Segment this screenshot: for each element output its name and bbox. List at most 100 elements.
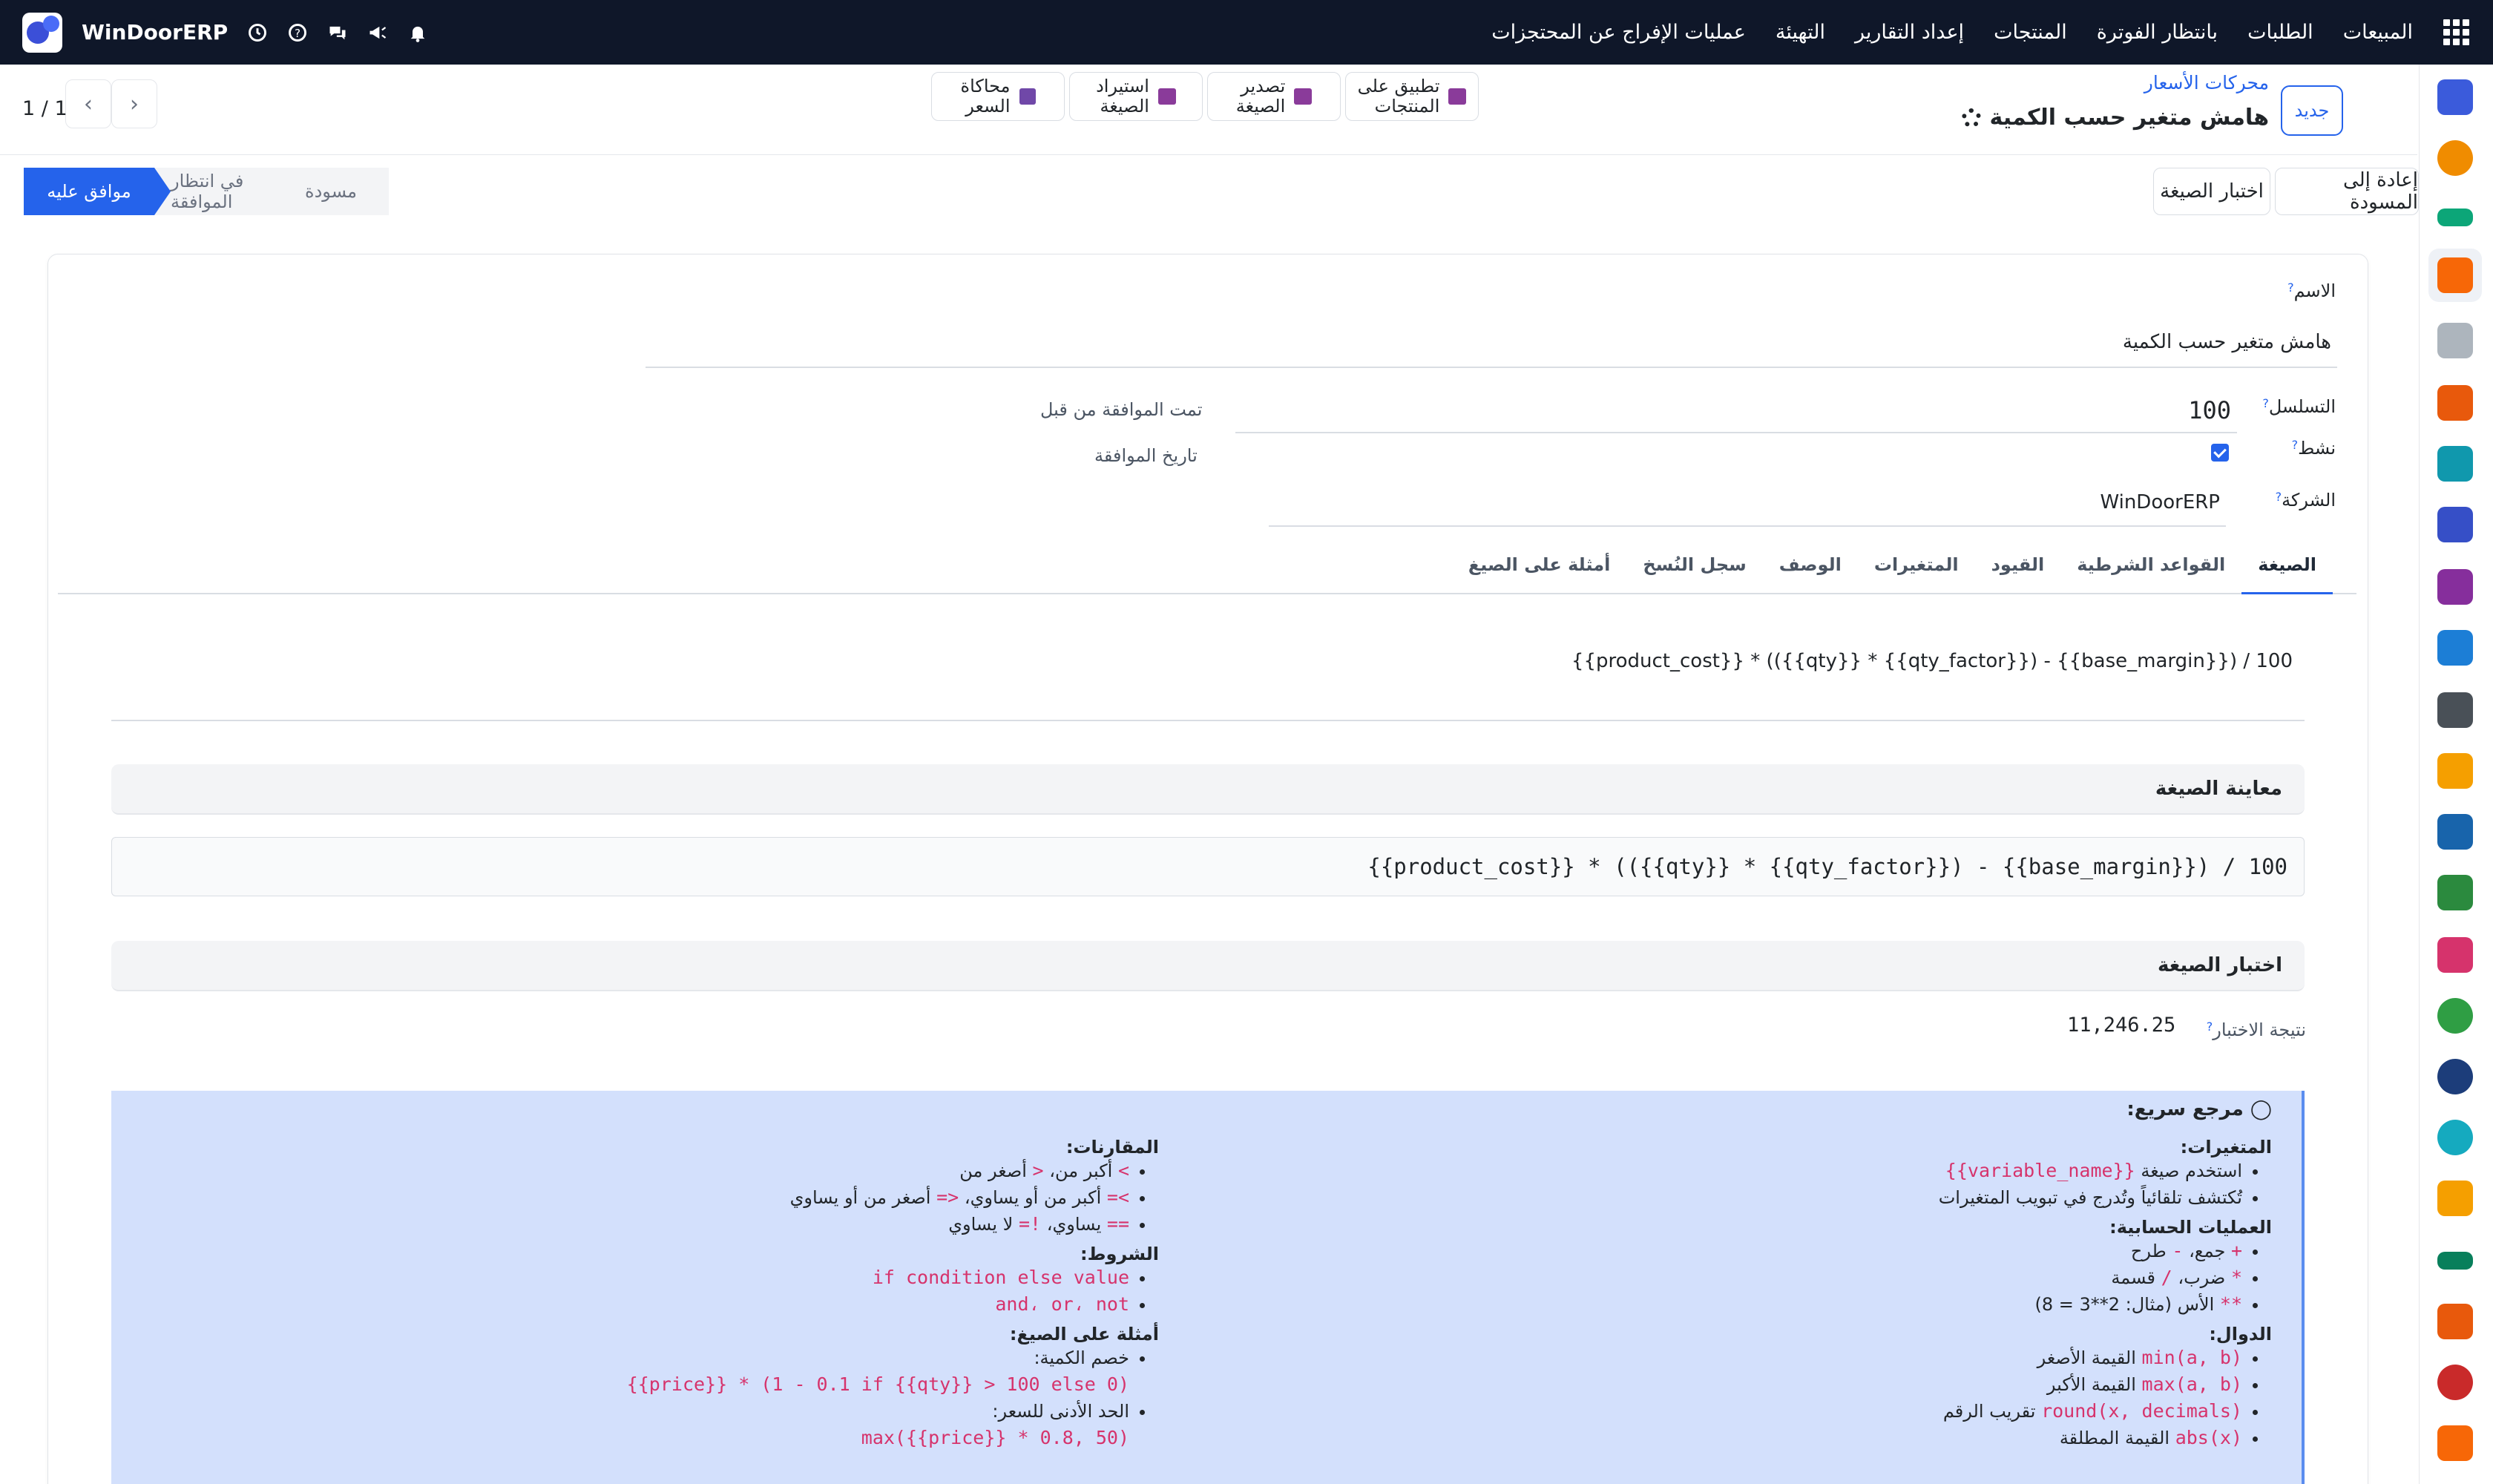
breadcrumb[interactable]: محركات الأسعار bbox=[2144, 72, 2269, 93]
gear-icon[interactable] bbox=[1961, 108, 1981, 128]
menu-item-orders[interactable]: الطلبات bbox=[2233, 21, 2328, 44]
stage-draft[interactable]: مسودة bbox=[273, 168, 389, 215]
stage-pending-approval[interactable]: في انتظار الموافقة bbox=[154, 168, 273, 215]
list-item: + جمع، - طرح bbox=[1233, 1238, 2242, 1264]
list-item: استخدم صيغة {{variable_name}} bbox=[1233, 1158, 2242, 1184]
menu-item-products[interactable]: المنتجات bbox=[1979, 21, 2082, 44]
list-item: min(a, b) القيمة الأصغر bbox=[1233, 1345, 2242, 1371]
app-tasks-icon[interactable] bbox=[2437, 446, 2473, 482]
active-checkbox[interactable] bbox=[2211, 444, 2229, 462]
app-accounting-icon[interactable] bbox=[2437, 1252, 2473, 1270]
pager-value[interactable]: 1 / 1 bbox=[22, 97, 68, 120]
menu-item-hold-releases[interactable]: عمليات الإفراج عن المحتجزات bbox=[1477, 21, 1761, 44]
var-item1-code: {{variable_name}} bbox=[1945, 1160, 2135, 1181]
formula-input[interactable]: {{product_cost}} * (({{qty}} * {{qty_fac… bbox=[111, 640, 2305, 721]
company-logo-icon[interactable] bbox=[22, 12, 62, 53]
megaphone-icon[interactable] bbox=[367, 22, 388, 43]
clock-icon[interactable] bbox=[247, 22, 268, 43]
company-switcher[interactable]: WinDoorERP bbox=[82, 20, 228, 45]
apply-to-products-button[interactable]: تطبيق على المنتجات bbox=[1345, 72, 1479, 121]
help-tooltip-icon[interactable]: ? bbox=[2287, 280, 2294, 295]
help-tooltip-icon[interactable]: ? bbox=[2207, 1020, 2213, 1034]
app-mail-icon[interactable] bbox=[2437, 79, 2473, 115]
action-buttons: محاكاة السعر استيراد الصيغة تصدير الصيغة تط… bbox=[931, 72, 1479, 121]
examples-title: أمثلة على الصيغ: bbox=[1009, 1324, 1159, 1345]
app-inventory-icon[interactable] bbox=[2437, 323, 2473, 358]
app-calendar-icon[interactable] bbox=[2437, 753, 2473, 789]
record-title-text: هامش متغير حسب الكمية bbox=[1989, 105, 2270, 131]
math-div-text: قسمة bbox=[2111, 1267, 2155, 1288]
list-item: تُكتشف تلقائياً وتُدرج في تبويب المتغيرا… bbox=[1233, 1184, 2242, 1211]
help-tooltip-icon[interactable]: ? bbox=[2262, 396, 2269, 410]
help-tooltip-icon[interactable]: ? bbox=[2292, 438, 2299, 452]
app-attendance-icon[interactable] bbox=[2437, 875, 2473, 910]
app-knowledge-icon[interactable] bbox=[2437, 507, 2473, 542]
app-sign-icon[interactable] bbox=[2437, 209, 2473, 226]
company-field[interactable]: WinDoorERP bbox=[1269, 479, 2226, 527]
reference-col-left: المقارنات: > أكبر من، < أصغر من >= أكبر … bbox=[120, 1131, 1159, 1451]
menu-item-reporting[interactable]: إعداد التقارير bbox=[1840, 21, 1979, 44]
bell-icon[interactable] bbox=[407, 22, 428, 43]
app-dashboard-icon[interactable] bbox=[2437, 257, 2473, 293]
app-notes-icon[interactable] bbox=[2437, 814, 2473, 850]
tab-constraints[interactable]: القيود bbox=[1975, 544, 2061, 594]
new-button[interactable]: جديد bbox=[2281, 85, 2343, 136]
tab-description[interactable]: الوصف bbox=[1763, 544, 1858, 594]
app-invoicing-icon[interactable] bbox=[2437, 630, 2473, 666]
cmp-code: != bbox=[1018, 1213, 1042, 1235]
chat-icon[interactable] bbox=[327, 22, 348, 43]
apps-menu-icon[interactable] bbox=[2443, 19, 2469, 46]
example-code: max({{price}} * 0.8, 50) bbox=[861, 1427, 1129, 1448]
app-time-off-icon[interactable] bbox=[2437, 1059, 2473, 1094]
math-div-code: / bbox=[2161, 1267, 2172, 1288]
help-tooltip-icon[interactable]: ? bbox=[2276, 490, 2282, 504]
app-reports-icon[interactable] bbox=[2437, 1365, 2473, 1400]
pager-next-button[interactable]: › bbox=[111, 79, 157, 128]
example-text: خصم الكمية: bbox=[1034, 1347, 1129, 1368]
math-sub-text: طرح bbox=[2130, 1241, 2167, 1261]
tab-variables[interactable]: المتغيرات bbox=[1858, 544, 1975, 594]
export-formula-button[interactable]: تصدير الصيغة bbox=[1207, 72, 1341, 121]
app-telegram-icon[interactable] bbox=[2437, 1181, 2473, 1216]
app-contacts-icon[interactable] bbox=[2437, 385, 2473, 421]
cmp-text: أصغر من bbox=[959, 1160, 1027, 1181]
menu-item-sales[interactable]: المبيعات bbox=[2328, 21, 2428, 44]
app-employees-icon[interactable] bbox=[2437, 692, 2473, 728]
app-apps-icon[interactable] bbox=[2437, 937, 2473, 973]
math-add-code: + bbox=[2230, 1240, 2242, 1261]
tab-formula[interactable]: الصيغة bbox=[2241, 544, 2333, 594]
cmp-code: < bbox=[1032, 1160, 1044, 1181]
simulate-price-button[interactable]: محاكاة السعر bbox=[931, 72, 1065, 121]
cmp-text: أصغر من أو يساوي bbox=[789, 1187, 931, 1208]
stage-approved[interactable]: موافق عليه bbox=[24, 168, 171, 215]
app-manufacturing-icon[interactable] bbox=[2437, 1304, 2473, 1339]
variables-title: المتغيرات: bbox=[2180, 1137, 2272, 1158]
menu-item-to-invoice[interactable]: بانتظار الفوترة bbox=[2082, 21, 2233, 44]
app-website-icon[interactable] bbox=[2437, 1120, 2473, 1155]
name-field[interactable]: هامش متغير حسب الكمية bbox=[646, 318, 2337, 368]
app-products-icon[interactable] bbox=[2437, 569, 2473, 605]
import-formula-button[interactable]: استيراد الصيغة bbox=[1069, 72, 1203, 121]
tab-version-history[interactable]: سجل النُسخ bbox=[1626, 544, 1762, 594]
function-code: abs(x) bbox=[2175, 1427, 2242, 1448]
cond-code: and، or، not bbox=[995, 1293, 1129, 1315]
list-item: >= أكبر من أو يساوي، <= أصغر من أو يساوي bbox=[120, 1184, 1129, 1211]
app-discuss-icon[interactable] bbox=[2437, 140, 2473, 176]
test-formula-button[interactable]: اختبار الصيغة bbox=[2153, 168, 2270, 215]
tab-conditional-rules[interactable]: القواعد الشرطية bbox=[2060, 544, 2241, 594]
cmp-code: > bbox=[1117, 1160, 1129, 1181]
chevron-right-icon: › bbox=[130, 91, 139, 117]
download-icon bbox=[1294, 88, 1313, 105]
sequence-field[interactable]: 100 bbox=[1235, 389, 2237, 433]
help-icon[interactable]: ? bbox=[287, 22, 308, 43]
reset-to-draft-button[interactable]: إعادة إلى المسودة bbox=[2275, 168, 2419, 215]
app-settings-icon[interactable] bbox=[2437, 1425, 2473, 1461]
functions-list: min(a, b) القيمة الأصغر max(a, b) القيمة… bbox=[1233, 1345, 2272, 1451]
pager-prev-button[interactable]: ‹ bbox=[65, 79, 111, 128]
menu-item-configuration[interactable]: التهيئة bbox=[1761, 21, 1840, 44]
list-item: and، or، not bbox=[120, 1291, 1129, 1318]
app-whatsapp-icon[interactable] bbox=[2437, 998, 2473, 1034]
upload-icon bbox=[1157, 88, 1176, 105]
tab-formula-examples[interactable]: أمثلة على الصيغ bbox=[1452, 544, 1627, 594]
import-label-2: الصيغة bbox=[1100, 96, 1149, 116]
